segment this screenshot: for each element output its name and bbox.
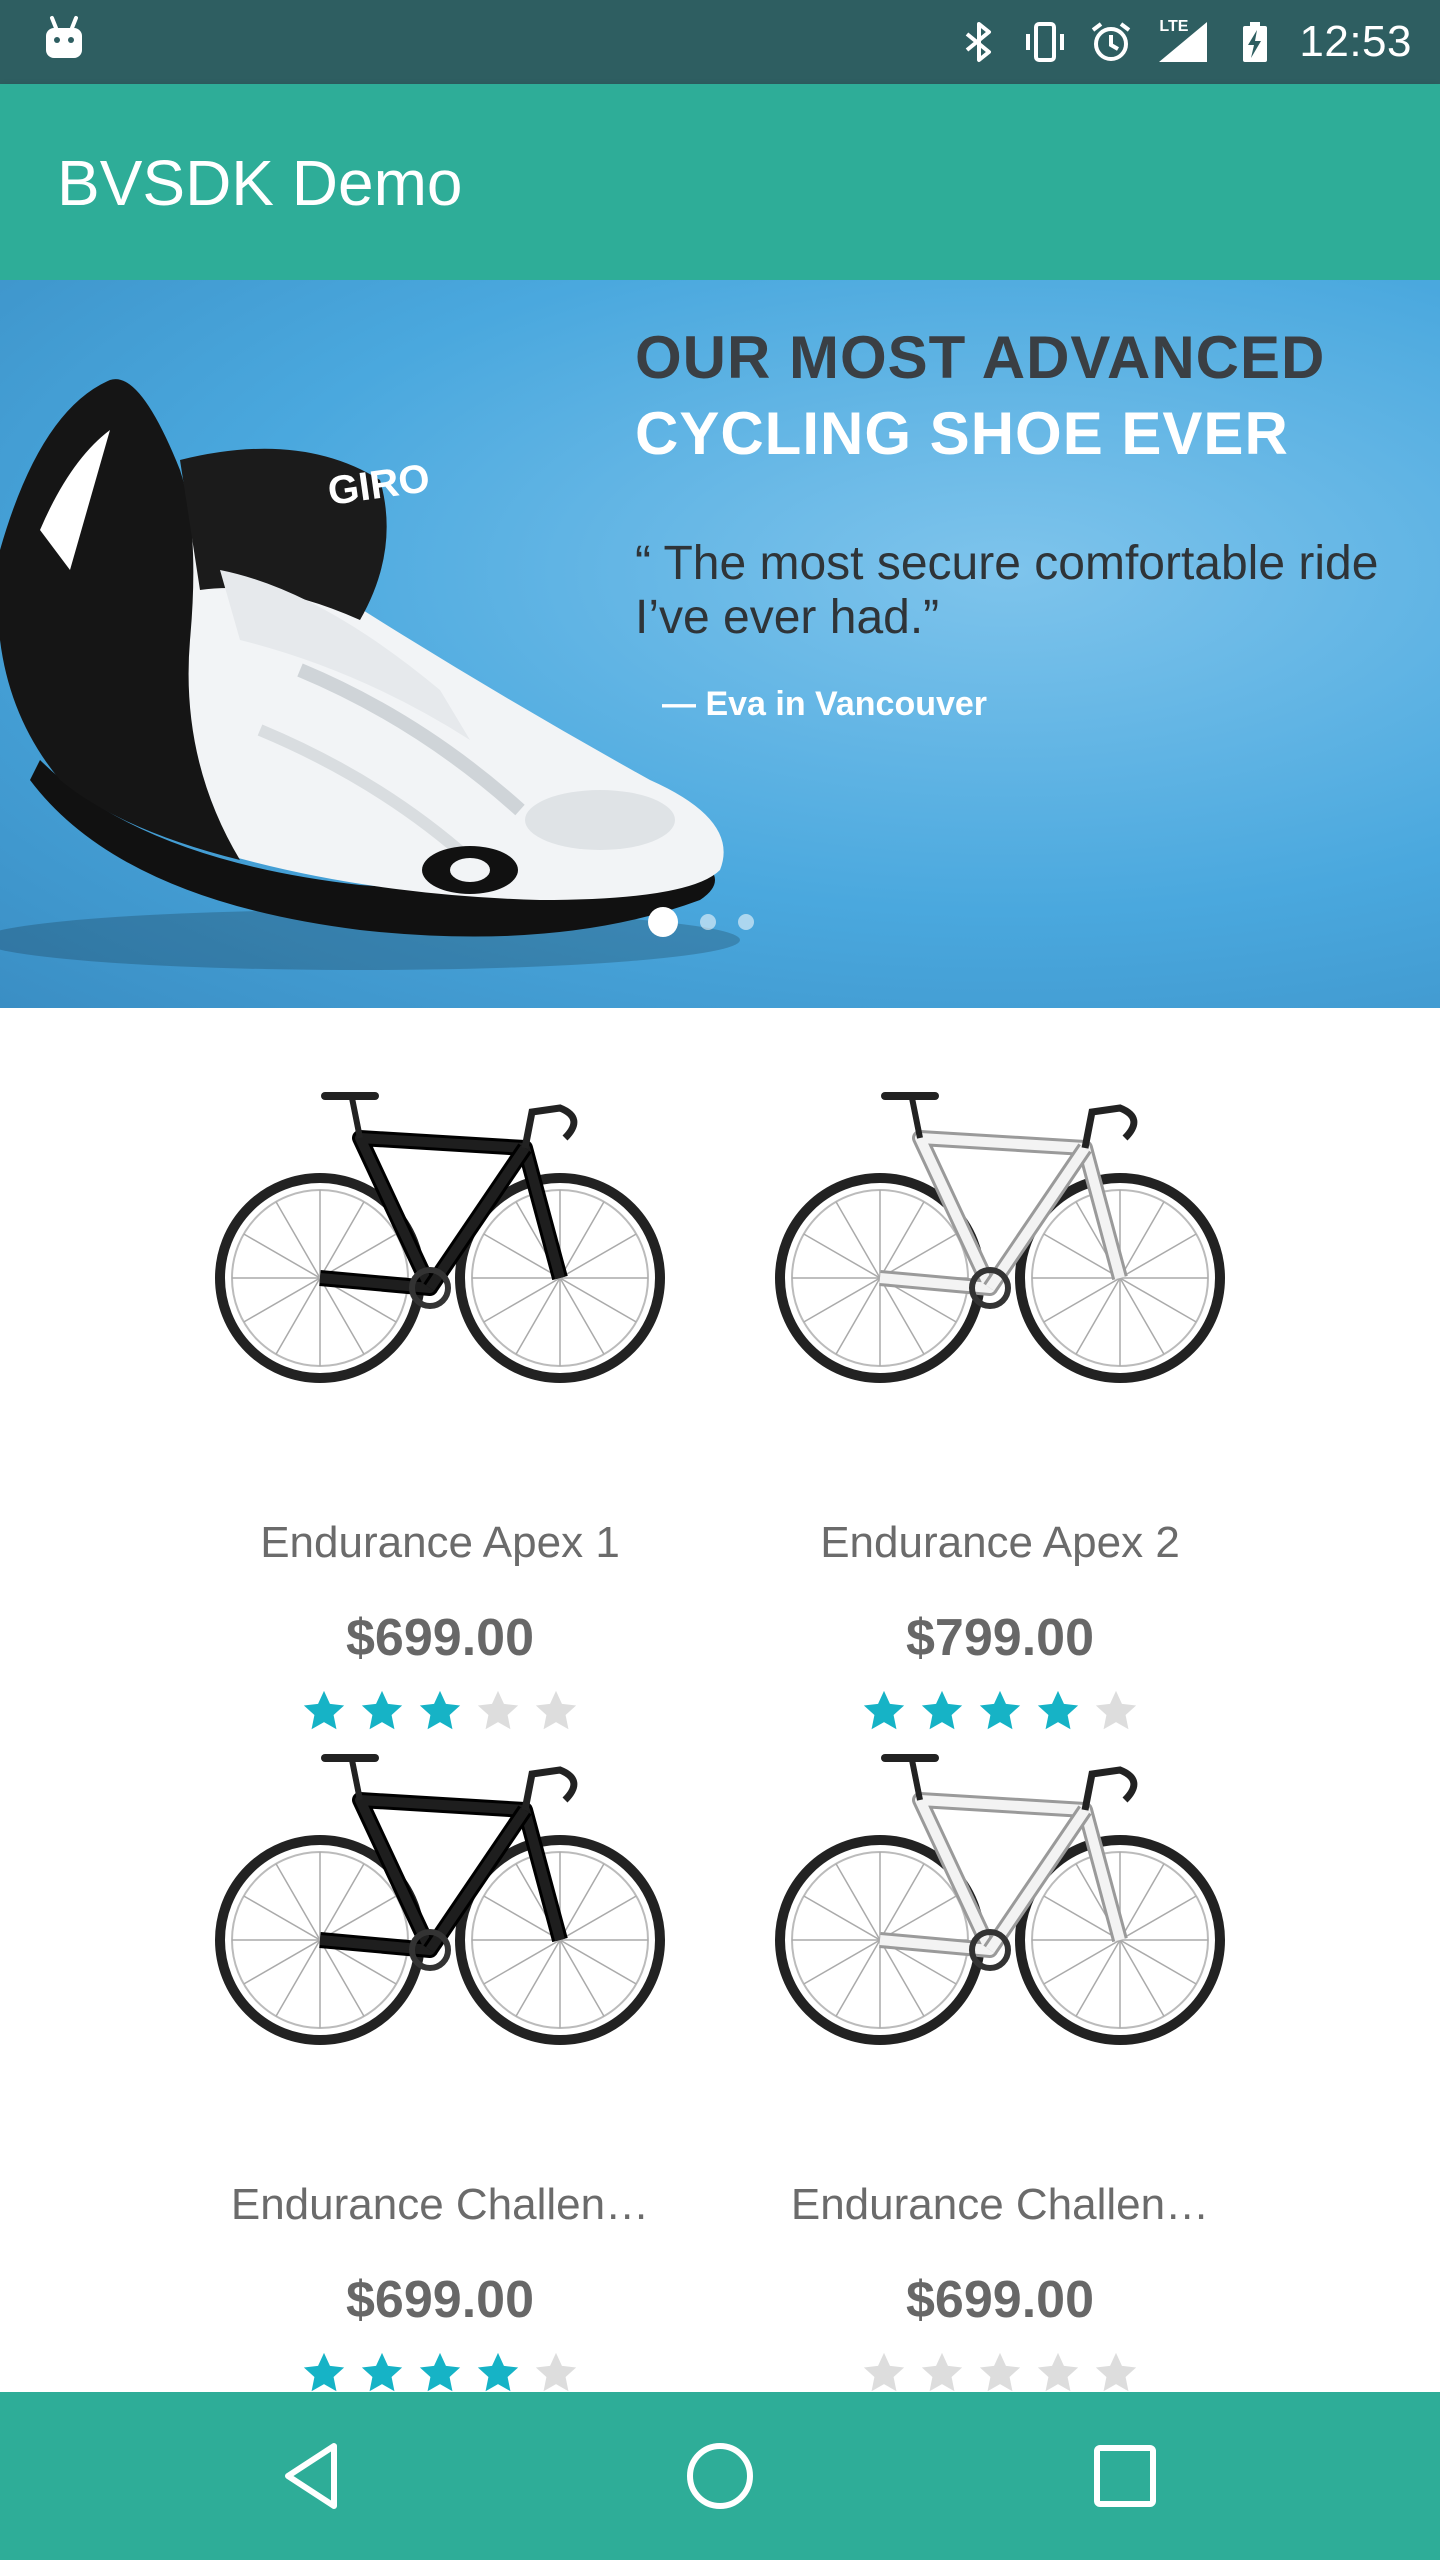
star-empty-icon: [1095, 1690, 1137, 1730]
star-filled-icon: [303, 2352, 345, 2392]
bike-image: [775, 1092, 1225, 1383]
page-title: BVSDK Demo: [57, 147, 463, 219]
product-price: $699.00: [346, 2271, 534, 2329]
headline-line-2: CYCLING SHOE EVER: [635, 400, 1289, 467]
star-filled-icon: [863, 1690, 905, 1730]
product-card[interactable]: Endurance Apex 2 $799.00: [720, 1078, 1280, 1730]
promo-banner-carousel[interactable]: GIRO OUR MOST ADVANCED CYCLING SHOE EVER…: [0, 280, 1440, 1008]
star-filled-icon: [477, 2352, 519, 2392]
clock: 12:53: [1299, 17, 1412, 66]
carousel-dot-2[interactable]: [700, 914, 716, 930]
star-empty-icon: [535, 1690, 577, 1730]
system-nav-bar: [0, 2392, 1440, 2560]
star-filled-icon: [419, 2352, 461, 2392]
star-filled-icon: [303, 1690, 345, 1730]
star-empty-icon: [535, 2352, 577, 2392]
alarm-icon: [1092, 22, 1131, 61]
signal-icon: LTE: [1155, 18, 1211, 64]
banner-headline: OUR MOST ADVANCED CYCLING SHOE EVER: [635, 320, 1325, 472]
bike-image: [215, 1092, 665, 1383]
star-filled-icon: [921, 1690, 963, 1730]
star-filled-icon: [979, 1690, 1021, 1730]
bike-image: [215, 1754, 665, 2045]
product-image[interactable]: [720, 1740, 1280, 2080]
product-rating: [720, 1688, 1280, 1734]
product-name[interactable]: Endurance Challen…: [160, 2180, 720, 2230]
product-price: $799.00: [906, 1609, 1094, 1667]
bluetooth-icon: [966, 22, 992, 62]
star-empty-icon: [921, 2352, 963, 2392]
product-image[interactable]: [160, 1740, 720, 2080]
product-rating: [720, 2350, 1280, 2396]
star-empty-icon: [979, 2352, 1021, 2392]
recents-icon[interactable]: [1085, 2436, 1165, 2516]
vibrate-icon: [1026, 22, 1065, 62]
network-label: LTE: [1159, 18, 1189, 35]
carousel-dot-3[interactable]: [738, 914, 754, 930]
product-card[interactable]: Endurance Challen… $699.00: [160, 1740, 720, 2392]
banner-quote-author: — Eva in Vancouver: [662, 685, 988, 723]
app-bar: BVSDK Demo: [0, 84, 1440, 280]
product-name[interactable]: Endurance Apex 2: [720, 1518, 1280, 1568]
product-name[interactable]: Endurance Apex 1: [160, 1518, 720, 1568]
headline-line-1: OUR MOST ADVANCED: [635, 324, 1326, 391]
carousel-dot-1[interactable]: [648, 907, 678, 937]
product-price: $699.00: [346, 1609, 534, 1667]
carousel-indicator: [648, 907, 754, 937]
home-icon[interactable]: [680, 2436, 760, 2516]
star-empty-icon: [863, 2352, 905, 2392]
product-card[interactable]: Endurance Challen… $699.00: [720, 1740, 1280, 2392]
product-image[interactable]: [720, 1078, 1280, 1418]
product-card[interactable]: Endurance Apex 1 $699.00: [160, 1078, 720, 1730]
battery-charging-icon: [1243, 22, 1268, 62]
star-filled-icon: [1037, 1690, 1079, 1730]
product-rating: [160, 1688, 720, 1734]
product-name[interactable]: Endurance Challen…: [720, 2180, 1280, 2230]
star-empty-icon: [1037, 2352, 1079, 2392]
product-image[interactable]: [160, 1078, 720, 1418]
product-rating: [160, 2350, 720, 2396]
android-icon: [46, 16, 82, 58]
star-filled-icon: [361, 1690, 403, 1730]
product-price: $699.00: [906, 2271, 1094, 2329]
bike-image: [775, 1754, 1225, 2045]
banner-quote: “ The most secure comfortable ride I’ve …: [635, 537, 1379, 644]
star-filled-icon: [419, 1690, 461, 1730]
star-filled-icon: [361, 2352, 403, 2392]
status-bar: LTE 12:53: [0, 0, 1440, 84]
back-icon[interactable]: [276, 2436, 356, 2516]
star-empty-icon: [1095, 2352, 1137, 2392]
star-empty-icon: [477, 1690, 519, 1730]
